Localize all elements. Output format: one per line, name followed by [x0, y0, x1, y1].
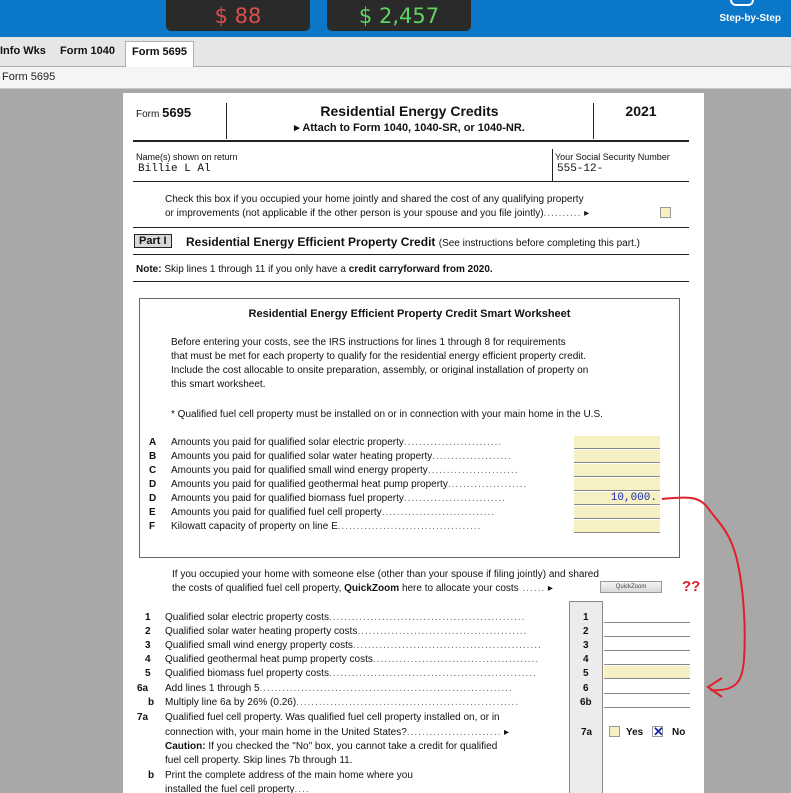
annotation-arrow-line: [661, 496, 746, 692]
annotation-arrow: [661, 496, 746, 698]
annotation-arrow-head: [706, 677, 723, 698]
